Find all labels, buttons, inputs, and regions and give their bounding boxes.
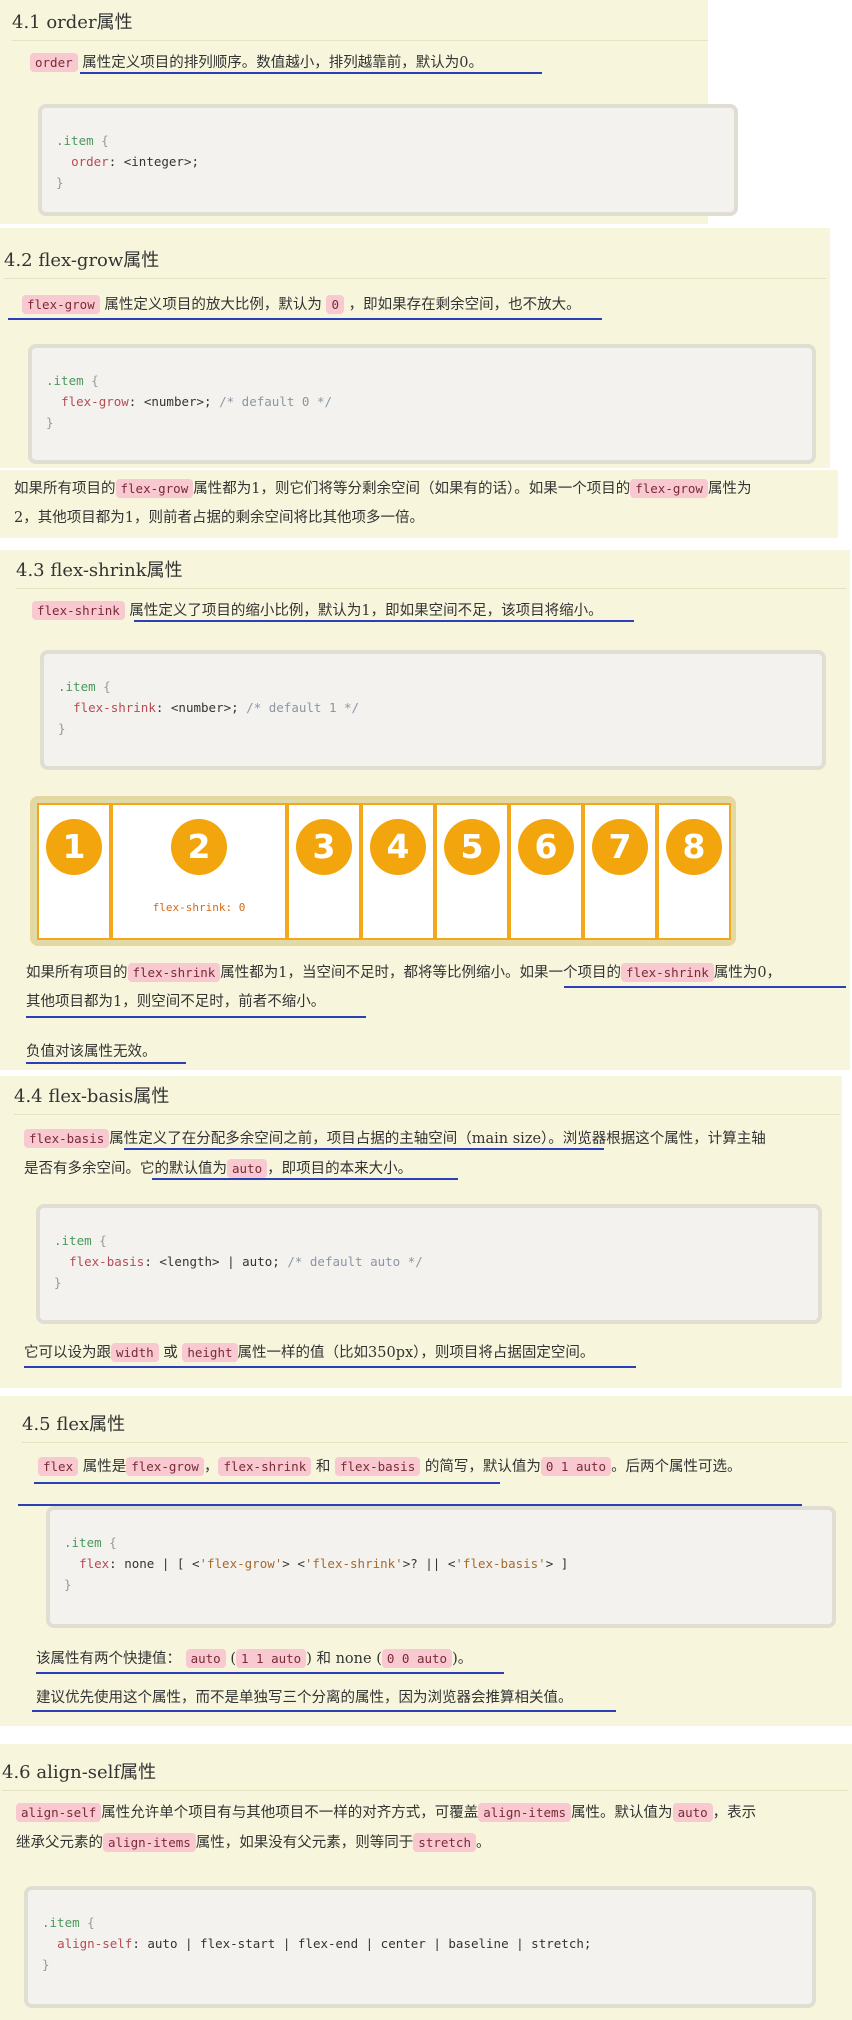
item-number: 3 <box>296 819 352 875</box>
flex-item: 5 <box>435 803 509 940</box>
section-flex-grow: 4.2 flex-grow属性 flex-grow 属性定义项目的放大比例，默认… <box>0 228 830 468</box>
code-flex-shrink: flex-shrink <box>32 601 125 620</box>
underline <box>124 1148 604 1150</box>
section-heading: 4.1 order属性 <box>12 8 708 41</box>
flex-item: 2 flex-shrink: 0 <box>111 803 287 940</box>
section-desc: flex 属性是 flex-grow， flex-shrink 和 flex-bas… <box>38 1452 742 1482</box>
note-text: 如果所有项目的 flex-grow 属性都为1，则它们将等分剩余空间（如果有的话）。… <box>14 479 752 526</box>
section-desc: flex-grow 属性定义项目的放大比例，默认为 0 ，即如果存在剩余空间，也… <box>22 290 581 320</box>
flex-item: 4 <box>361 803 435 940</box>
section-flex-basis: 4.4 flex-basis属性 flex-basis 属性定义了在分配多余空间之… <box>0 1076 842 1388</box>
code-flex-grow: flex-grow <box>22 295 100 314</box>
item-number: 7 <box>592 819 648 875</box>
flex-item: 1 <box>37 803 111 940</box>
code-zero: 0 <box>326 295 344 314</box>
underline <box>34 1482 500 1484</box>
underline <box>152 1178 458 1180</box>
underline <box>32 1710 616 1712</box>
flex-item: 8 <box>657 803 731 940</box>
flex-demo-container: 1 2 flex-shrink: 0 3 4 5 6 7 8 <box>30 796 736 946</box>
section-flex-grow-note: 如果所有项目的 flex-grow 属性都为1，则它们将等分剩余空间（如果有的话）。… <box>0 470 838 538</box>
underline <box>26 1062 186 1064</box>
code-block: .item { order: <integer>; } <box>38 104 738 216</box>
item-number: 1 <box>46 819 102 875</box>
code-block: .item { align-self: auto | flex-start | … <box>24 1886 816 2008</box>
item-number: 6 <box>518 819 574 875</box>
flex-item: 6 <box>509 803 583 940</box>
code-block: .item { flex-grow: <number>; /* default … <box>28 344 816 464</box>
code-flex-basis: flex-basis <box>24 1129 110 1148</box>
code-auto: auto <box>227 1159 268 1178</box>
underline <box>26 1016 366 1018</box>
item-number: 5 <box>444 819 500 875</box>
advice-text: 建议优先使用这个属性，而不是单独写三个分离的属性，因为浏览器会推算相关值。 <box>36 1690 573 1706</box>
section-heading: 4.5 flex属性 <box>22 1410 848 1443</box>
shortcut-text: 该属性有两个快捷值： auto (1 1 auto) 和 none (0 0 a… <box>36 1649 473 1668</box>
item-label: flex-shrink: 0 <box>152 901 246 914</box>
code-block: .item { flex-shrink: <number>; /* defaul… <box>40 650 826 770</box>
section-align-self: 4.6 align-self属性 align-self 属性允许单个项目有与其他项… <box>0 1744 852 2020</box>
code-block: .item { flex: none | [ <'flex-grow'> <'f… <box>46 1506 836 1628</box>
flex-item: 7 <box>583 803 657 940</box>
note-text: 它可以设为跟 width 或 height 属性一样的值（比如350px），则项目将… <box>24 1343 595 1362</box>
section-heading: 4.6 align-self属性 <box>2 1758 848 1791</box>
item-number: 4 <box>370 819 426 875</box>
underline <box>8 318 602 320</box>
section-flex: 4.5 flex属性 flex 属性是 flex-grow， flex-shrink… <box>0 1396 852 1726</box>
item-number: 2 <box>171 819 227 875</box>
code-order: order <box>30 53 78 72</box>
section-desc: align-self 属性允许单个项目有与其他项目不一样的对齐方式，可覆盖 alig… <box>16 1803 757 1852</box>
section-order: 4.1 order属性 order 属性定义项目的排列顺序。数值越小，排列越靠前… <box>0 0 738 224</box>
section-flex-shrink: 4.3 flex-shrink属性 flex-shrink 属性定义了项目的缩小… <box>0 550 850 1070</box>
underline <box>24 1366 636 1368</box>
section-heading: 4.4 flex-basis属性 <box>14 1082 840 1115</box>
section-heading: 4.3 flex-shrink属性 <box>16 556 846 589</box>
underline <box>36 1672 504 1674</box>
section-desc: flex-basis 属性定义了在分配多余空间之前，项目占据的主轴空间（main … <box>24 1129 766 1178</box>
section-heading: 4.2 flex-grow属性 <box>4 246 826 279</box>
underline <box>134 620 634 622</box>
underline <box>80 72 542 74</box>
item-number: 8 <box>666 819 722 875</box>
code-block: .item { flex-basis: <length> | auto; /* … <box>36 1204 822 1324</box>
flex-item: 3 <box>287 803 361 940</box>
underline <box>564 986 846 988</box>
